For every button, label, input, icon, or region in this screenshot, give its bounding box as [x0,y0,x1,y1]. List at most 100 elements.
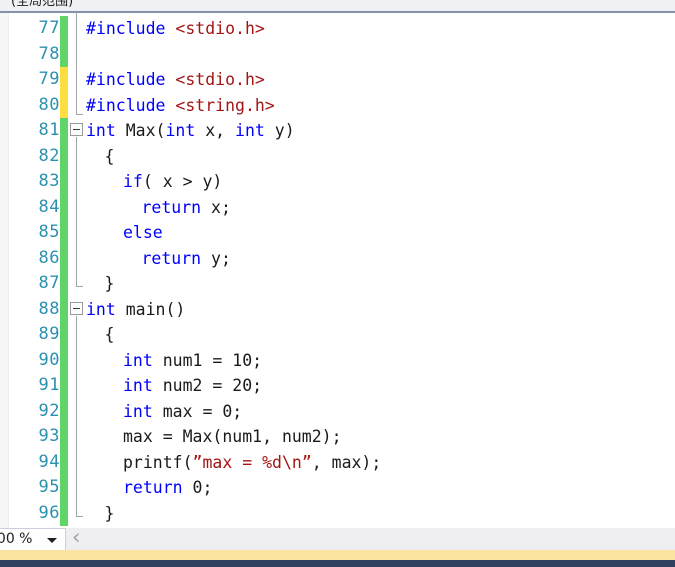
change-bar-segment [60,322,68,348]
code-line[interactable]: return x; [142,195,231,221]
outline-region-line [76,315,77,516]
code-token: int [235,121,265,140]
line-number: 78 [38,43,60,64]
code-token: int [123,350,153,370]
code-token: x, [195,121,236,140]
line-number: 81 [38,120,60,140]
change-bar-segment [60,449,68,475]
outline-region-line [76,137,77,286]
code-token: x; [201,197,231,217]
code-text-area[interactable]: #include <stdio.h> #include <stdio.h> #inc… [86,13,675,528]
change-bar-segment [60,118,68,144]
code-token: return [141,248,202,268]
line-number: 96 [38,502,60,523]
code-token: int [86,299,116,319]
outline-collapse-button[interactable] [70,301,83,315]
code-line[interactable]: if( x > y) [123,169,222,195]
line-number: 77 [38,18,60,38]
change-bar-segment [60,296,68,322]
code-line[interactable]: else [123,220,163,246]
code-token: max = 0; [152,401,243,421]
change-bar-segment [60,347,68,373]
code-line[interactable]: printf(”max = %d\n”, max); [123,450,381,476]
change-bar-segment [60,271,68,297]
line-number: 79 [38,69,60,89]
outline-region-foot [76,515,83,517]
code-line[interactable]: } [105,271,115,297]
code-line[interactable]: { [105,144,115,170]
code-token: <stdio.h> [175,19,265,38]
code-token: main() [115,299,186,319]
change-bar-segment [60,41,68,67]
code-line[interactable]: #include <stdio.h> [86,16,265,42]
code-line[interactable]: } [105,501,115,527]
zoom-level-combobox[interactable]: 100 % [0,528,66,550]
code-token: if [123,172,143,191]
outline-collapse-button[interactable] [70,123,83,136]
line-number: 91 [38,375,60,395]
change-bar-segment [60,398,68,424]
change-bar-segment [60,475,68,501]
code-token: #include [86,70,176,89]
line-number: 80 [38,94,60,115]
horizontal-scrollbar[interactable] [68,524,675,550]
line-number: 90 [38,349,60,370]
code-token: { [104,146,115,166]
code-token: #include [86,95,176,115]
line-number: 92 [38,400,60,421]
line-number: 84 [38,196,60,217]
code-token: int [165,121,196,140]
line-number: 93 [38,426,60,446]
code-line[interactable]: int num1 = 10; [123,348,262,374]
code-line[interactable]: int main() [86,297,185,323]
line-number: 87 [38,273,60,293]
line-number: 88 [38,298,60,319]
code-line[interactable]: #include <stdio.h> [86,67,265,93]
line-number: 94 [38,451,60,472]
code-line[interactable]: { [105,322,115,348]
cream-band [0,550,675,560]
change-bar-segment [60,220,68,246]
code-token: return [141,197,202,217]
outline-region-foot [76,114,83,115]
code-token: int [123,376,153,395]
line-number: 85 [38,222,60,242]
code-token: ( x > y) [142,172,223,191]
editor-bottom-bar: 100 % [0,524,675,550]
zoom-level-value: 100 % [0,531,33,547]
code-token: y) [264,121,295,140]
code-token: } [104,503,115,523]
code-token: #include [86,19,176,38]
code-token: printf( [123,452,193,472]
change-bar-segment [60,424,68,450]
code-token: <stdio.h> [175,70,265,89]
chevron-left-icon[interactable] [68,524,86,550]
change-bar-segment [60,92,68,118]
change-bar-segment [60,169,68,195]
line-number-gutter: 77 78 79 80 81 82 83 84 85 86 87 88 89 90 91 92 93 94 95 96 [9,13,60,528]
code-token: } [104,274,115,293]
code-line[interactable]: return 0; [123,475,212,501]
code-line[interactable]: int max = 0; [123,399,242,425]
outlining-margin[interactable] [68,13,86,528]
chevron-down-icon[interactable] [47,538,57,543]
code-line[interactable]: int Max(int x, int y) [86,118,295,144]
line-number: 86 [38,247,60,268]
code-line[interactable]: #include <string.h> [86,93,275,119]
line-number: 95 [38,477,60,497]
code-token: else [123,223,163,242]
code-token: 0; [182,478,213,497]
outline-region-line [76,13,77,115]
code-line[interactable]: return y; [142,246,231,272]
change-bar-segment [60,194,68,220]
code-editor-surface[interactable]: 77 78 79 80 81 82 83 84 85 86 87 88 89 90 91 92 93 94 95 96… [0,13,675,528]
change-bar-segment [60,373,68,399]
line-number: 83 [38,171,60,191]
change-bar-segment [60,245,68,271]
scope-selector-label[interactable]: (全局范围) [11,0,73,10]
outline-region-foot [76,286,83,287]
code-token: return [123,478,183,497]
code-line[interactable]: int num2 = 20; [123,373,262,399]
code-editor-window: (全局范围) 77 78 79 80 81 82 83 84 85 86 87 88 89 90 91 92 9… [0,0,675,567]
code-line[interactable]: max = Max(num1, num2); [123,424,342,450]
